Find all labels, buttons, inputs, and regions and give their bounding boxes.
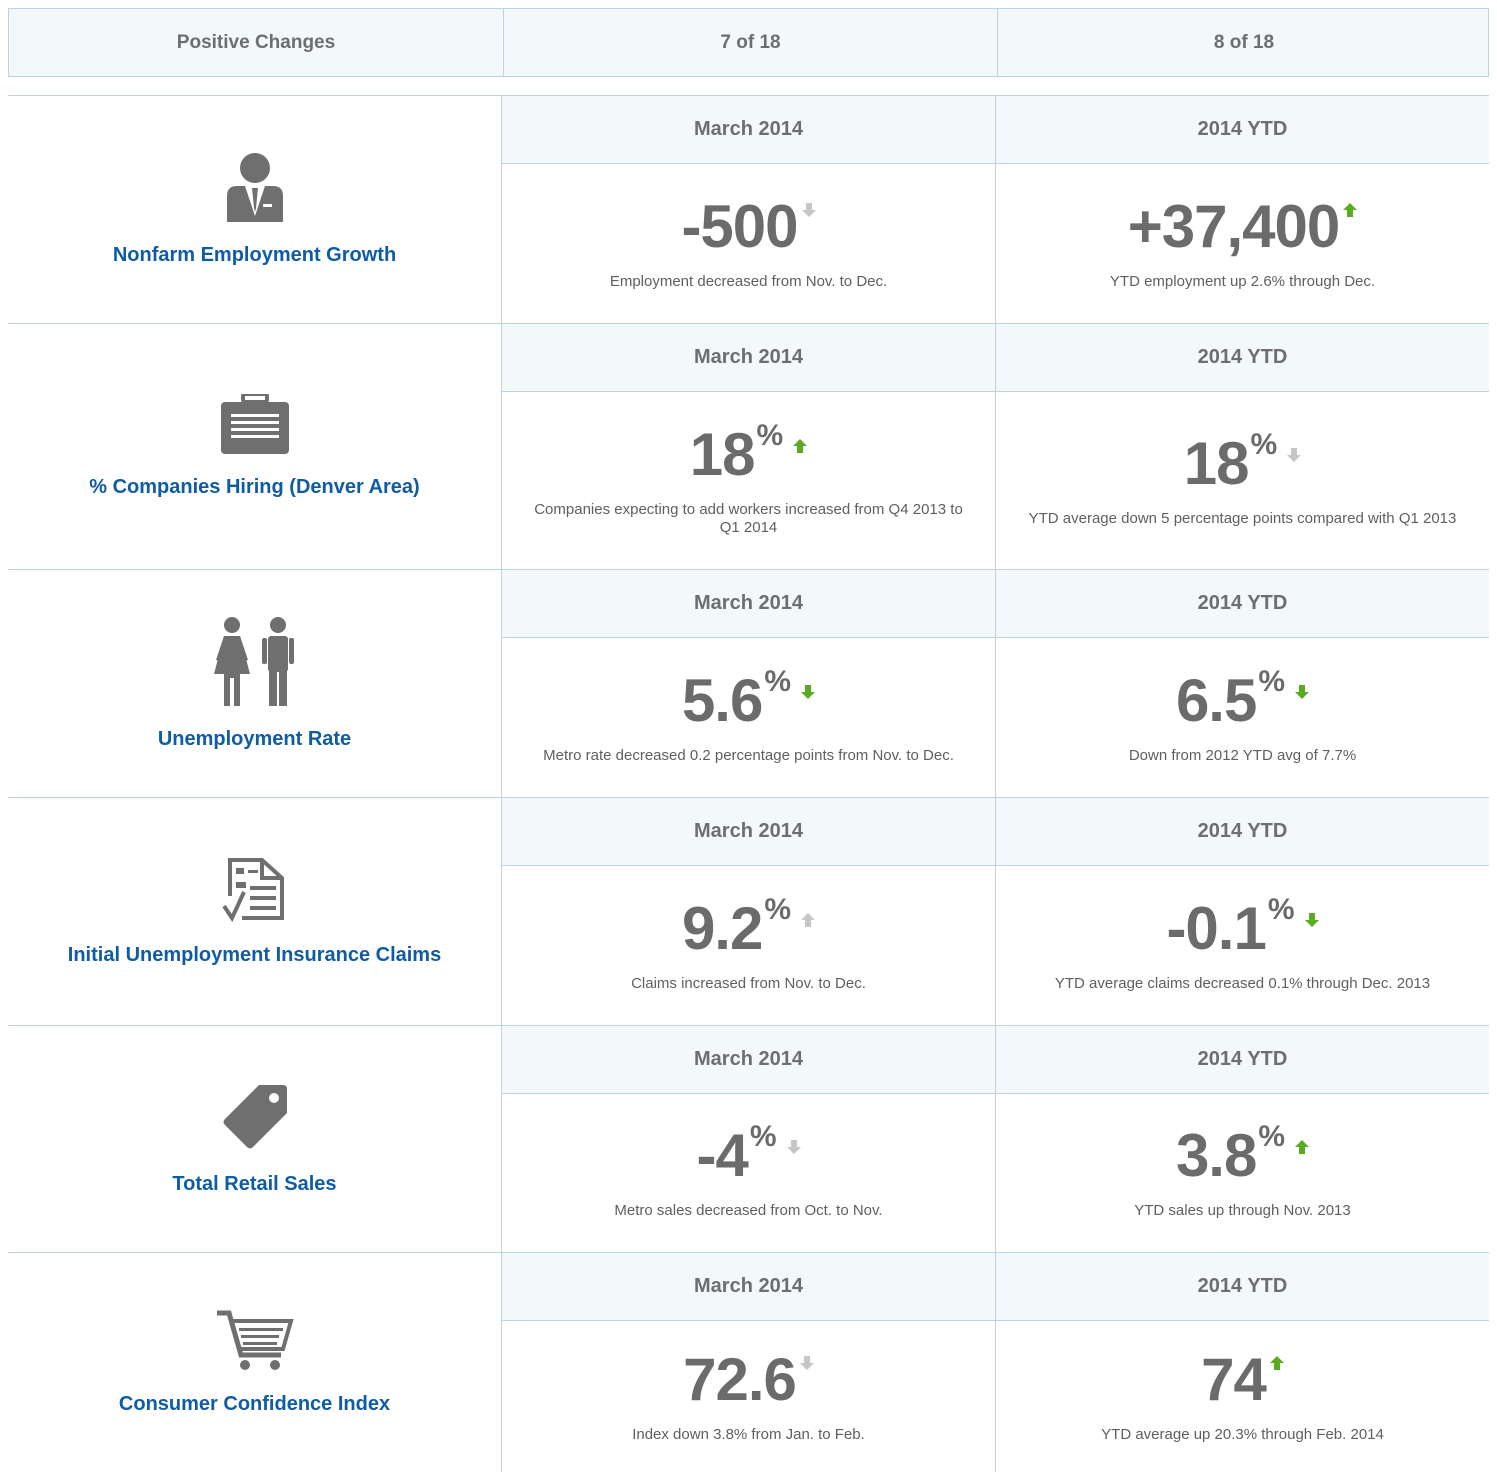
ytd-cell: 2014 YTD 18 % YTD average down 5 percent… <box>996 324 1489 569</box>
period-header: March 2014 <box>502 1026 995 1094</box>
metric-value: -0.1 <box>1166 894 1266 962</box>
period-header: 2014 YTD <box>996 1026 1489 1094</box>
period-header: March 2014 <box>502 324 995 392</box>
trend-down-arrow-icon <box>786 1140 801 1154</box>
percent-sign: % <box>1258 1120 1286 1153</box>
metric-description: Claims increased from Nov. to Dec. <box>631 974 866 992</box>
businessman-icon <box>226 153 283 222</box>
metric-description: YTD employment up 2.6% through Dec. <box>1109 272 1376 290</box>
metric-value: 9.2 <box>681 894 763 962</box>
trend-up-arrow-icon <box>1343 202 1358 217</box>
ytd-cell: 2014 YTD 6.5 % Down from 2012 YTD avg of… <box>996 570 1489 797</box>
metric-value: 3.8 <box>1175 1122 1257 1189</box>
metric-title: Nonfarm Employment Growth <box>112 244 397 266</box>
metric-description: Metro sales decreased from Oct. to Nov. <box>614 1202 883 1219</box>
monthly-cell: March 2014 18 % Companies expecting to a… <box>502 324 996 569</box>
metric-label-cell: Unemployment Rate <box>8 570 502 797</box>
metric-value: 5.6 <box>681 666 763 734</box>
summary-bar: Positive Changes 7 of 18 8 of 18 <box>8 8 1489 77</box>
metric-title: Total Retail Sales <box>172 1172 337 1195</box>
metric-label-cell: Total Retail Sales <box>8 1026 502 1252</box>
period-header: 2014 YTD <box>996 324 1489 392</box>
metric-value: 18 <box>689 420 756 488</box>
metric-description: Metro rate decreased 0.2 percentage poin… <box>543 746 954 764</box>
trend-down-arrow-icon <box>801 684 816 699</box>
percent-sign: % <box>764 664 792 698</box>
people-icon <box>213 617 294 706</box>
metric-row-companies-hiring: % Companies Hiring (Denver Area) March 2… <box>8 323 1489 569</box>
metric-value: +37,400 <box>1127 192 1341 260</box>
metric-title: Initial Unemployment Insurance Claims <box>67 944 442 966</box>
metrics-table: Nonfarm Employment Growth March 2014 -50… <box>8 95 1489 1472</box>
trend-down-arrow-icon <box>801 202 816 217</box>
summary-label: Positive Changes <box>176 31 336 53</box>
ytd-cell: 2014 YTD +37,400 YTD employment up 2.6% … <box>996 96 1489 323</box>
trend-up-arrow-icon <box>793 438 808 453</box>
period-header: March 2014 <box>502 570 995 638</box>
period-header: March 2014 <box>502 1253 995 1321</box>
trend-down-arrow-icon <box>1304 912 1319 927</box>
percent-sign: % <box>749 1120 777 1153</box>
percent-sign: % <box>1267 892 1295 926</box>
ytd-cell: 2014 YTD 74 YTD average up 20.3% through… <box>996 1253 1489 1472</box>
metric-label-cell: Nonfarm Employment Growth <box>8 96 502 323</box>
metric-title: % Companies Hiring (Denver Area) <box>89 476 420 498</box>
monthly-cell: March 2014 9.2 % Claims increased from N… <box>502 798 996 1025</box>
trend-up-arrow-icon <box>1295 1140 1310 1154</box>
metric-row-unemployment-rate: Unemployment Rate March 2014 5.6 % Metro… <box>8 569 1489 797</box>
metric-row-consumer-confidence: Consumer Confidence Index March 2014 72.… <box>8 1252 1489 1472</box>
trend-up-arrow-icon <box>1269 1355 1284 1370</box>
metric-value: 6.5 <box>1175 666 1257 734</box>
metric-row-insurance-claims: Initial Unemployment Insurance Claims Ma… <box>8 797 1489 1025</box>
metric-description: YTD sales up through Nov. 2013 <box>1134 1202 1351 1219</box>
price-tag-icon <box>223 1084 287 1148</box>
shopping-cart-icon <box>216 1310 294 1370</box>
metric-value: 74 <box>1201 1345 1267 1413</box>
metric-title: Unemployment Rate <box>157 728 352 750</box>
percent-sign: % <box>756 418 784 452</box>
monthly-cell: March 2014 -4 % Metro sales decreased fr… <box>502 1026 996 1252</box>
period-header: 2014 YTD <box>996 96 1489 164</box>
ytd-cell: 2014 YTD 3.8 % YTD sales up through Nov.… <box>996 1026 1489 1252</box>
trend-up-arrow-icon <box>801 912 816 927</box>
monthly-cell: March 2014 5.6 % Metro rate decreased 0.… <box>502 570 996 797</box>
claim-form-icon <box>221 858 284 922</box>
period-header: 2014 YTD <box>996 1253 1489 1321</box>
metric-description: YTD average up 20.3% through Feb. 2014 <box>1101 1425 1384 1443</box>
trend-down-arrow-icon <box>1287 447 1302 462</box>
metric-description: Index down 3.8% from Jan. to Feb. <box>632 1425 865 1443</box>
ytd-cell: 2014 YTD -0.1 % YTD average claims decre… <box>996 798 1489 1025</box>
metric-value: 72.6 <box>683 1345 797 1413</box>
metric-description: YTD average down 5 percentage points com… <box>1028 509 1457 527</box>
metric-description: Employment decreased from Nov. to Dec. <box>609 272 888 290</box>
metric-label-cell: Consumer Confidence Index <box>8 1253 502 1472</box>
metric-value: -4 <box>696 1122 748 1189</box>
metric-description: Down from 2012 YTD avg of 7.7% <box>1128 746 1357 764</box>
period-header: March 2014 <box>502 96 995 164</box>
metric-value: -500 <box>681 192 798 260</box>
metric-row-employment: Nonfarm Employment Growth March 2014 -50… <box>8 95 1489 323</box>
briefcase-icon <box>220 394 289 454</box>
metric-label-cell: % Companies Hiring (Denver Area) <box>8 324 502 569</box>
metric-description: Companies expecting to add workers incre… <box>534 500 963 536</box>
metric-label-cell: Initial Unemployment Insurance Claims <box>8 798 502 1025</box>
percent-sign: % <box>1250 427 1278 461</box>
metric-value: 18 <box>1183 429 1250 497</box>
metric-row-retail-sales: Total Retail Sales March 2014 -4 % Metro… <box>8 1025 1489 1252</box>
monthly-cell: March 2014 -500 Employment decreased fro… <box>502 96 996 323</box>
trend-down-arrow-icon <box>799 1355 814 1370</box>
summary-monthly-count: 7 of 18 <box>503 9 997 76</box>
period-header: 2014 YTD <box>996 570 1489 638</box>
metric-title: Consumer Confidence Index <box>118 1393 391 1415</box>
period-header: 2014 YTD <box>996 798 1489 866</box>
percent-sign: % <box>764 892 792 926</box>
monthly-cell: March 2014 72.6 Index down 3.8% from Jan… <box>502 1253 996 1472</box>
trend-down-arrow-icon <box>1295 684 1310 699</box>
metric-description: YTD average claims decreased 0.1% throug… <box>1054 974 1431 992</box>
percent-sign: % <box>1258 664 1286 698</box>
summary-ytd-count: 8 of 18 <box>997 9 1490 76</box>
period-header: March 2014 <box>502 798 995 866</box>
